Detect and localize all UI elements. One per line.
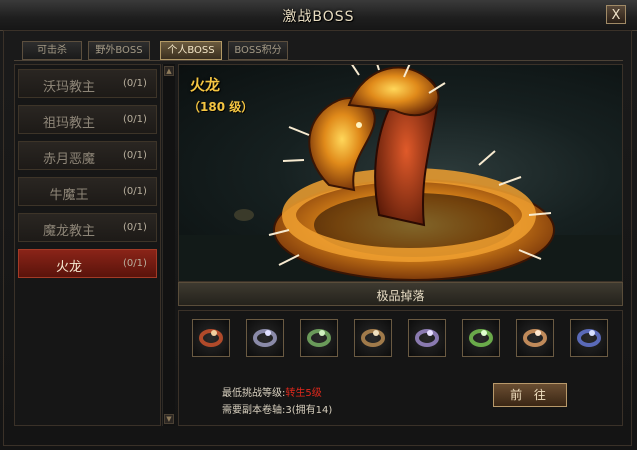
drop-slot[interactable]	[516, 319, 554, 357]
boss-item-name: 赤月恶魔	[42, 152, 95, 167]
ring-icon	[523, 329, 547, 347]
boss-item-dragon-lord[interactable]: 魔龙教主 (0/1)	[18, 213, 157, 242]
boss-item-name: 火龙	[55, 260, 82, 275]
drop-slot[interactable]	[462, 319, 500, 357]
ring-icon	[253, 329, 277, 347]
boss-item-count: (0/1)	[123, 186, 147, 197]
go-button[interactable]: 前 往	[493, 383, 567, 407]
ring-icon	[199, 329, 223, 347]
tab-field-boss[interactable]: 野外BOSS	[88, 41, 150, 60]
drop-slot[interactable]	[300, 319, 338, 357]
ring-icon	[469, 329, 493, 347]
ring-icon	[415, 329, 439, 347]
tab-killable[interactable]: 可击杀	[22, 41, 82, 60]
min-level-row: 最低挑战等级:转生5级	[222, 384, 322, 399]
drop-slot[interactable]	[570, 319, 608, 357]
boss-item-woma[interactable]: 沃玛教主 (0/1)	[18, 69, 157, 98]
ring-icon	[577, 329, 601, 347]
drop-slot[interactable]	[408, 319, 446, 357]
list-scrollbar[interactable]: ▲ ▼	[162, 64, 175, 426]
title-bar: 激战BOSS X	[0, 0, 637, 31]
tab-personal-boss[interactable]: 个人BOSS	[160, 41, 222, 60]
window-title: 激战BOSS	[282, 9, 355, 25]
tab-boss-points[interactable]: BOSS积分	[228, 41, 288, 60]
scroll-requirement-label: 需要副本卷轴:	[222, 405, 286, 416]
drop-slot[interactable]	[192, 319, 230, 357]
scroll-requirement-value: 3(拥有14)	[285, 405, 333, 416]
ring-icon	[361, 329, 385, 347]
boss-challenge-window: 激战BOSS X 可击杀 野外BOSS 个人BOSS BOSS积分 沃玛教主 (…	[0, 0, 637, 450]
boss-item-count: (0/1)	[123, 222, 147, 233]
boss-name: 火龙	[190, 76, 221, 94]
boss-portrait	[178, 64, 623, 282]
boss-level: （180 级）	[188, 100, 254, 114]
boss-item-zuma[interactable]: 祖玛教主 (0/1)	[18, 105, 157, 134]
boss-item-name: 魔龙教主	[42, 224, 95, 239]
boss-item-count: (0/1)	[123, 114, 147, 125]
boss-item-count: (0/1)	[123, 258, 147, 269]
boss-item-bull-demon[interactable]: 牛魔王 (0/1)	[18, 177, 157, 206]
tab-divider	[14, 60, 623, 61]
drop-slot[interactable]	[354, 319, 392, 357]
boss-item-name: 沃玛教主	[42, 80, 95, 95]
boss-item-red-moon[interactable]: 赤月恶魔 (0/1)	[18, 141, 157, 170]
scroll-down-icon[interactable]: ▼	[164, 414, 174, 424]
boss-item-name: 牛魔王	[49, 188, 89, 203]
drop-slot[interactable]	[246, 319, 284, 357]
ring-icon	[307, 329, 331, 347]
scroll-up-icon[interactable]: ▲	[164, 66, 174, 76]
boss-item-count: (0/1)	[123, 78, 147, 89]
boss-list: 沃玛教主 (0/1) 祖玛教主 (0/1) 赤月恶魔 (0/1) 牛魔王 (0/…	[14, 64, 161, 426]
boss-item-fire-dragon[interactable]: 火龙 (0/1)	[18, 249, 157, 278]
boss-item-count: (0/1)	[123, 150, 147, 161]
min-level-label: 最低挑战等级:	[222, 388, 286, 399]
boss-item-name: 祖玛教主	[42, 116, 95, 131]
min-level-value: 转生5级	[285, 388, 322, 399]
drops-title: 极品掉落	[376, 289, 425, 303]
close-button[interactable]: X	[606, 5, 626, 24]
scroll-requirement-row: 需要副本卷轴:3(拥有14)	[222, 401, 332, 416]
